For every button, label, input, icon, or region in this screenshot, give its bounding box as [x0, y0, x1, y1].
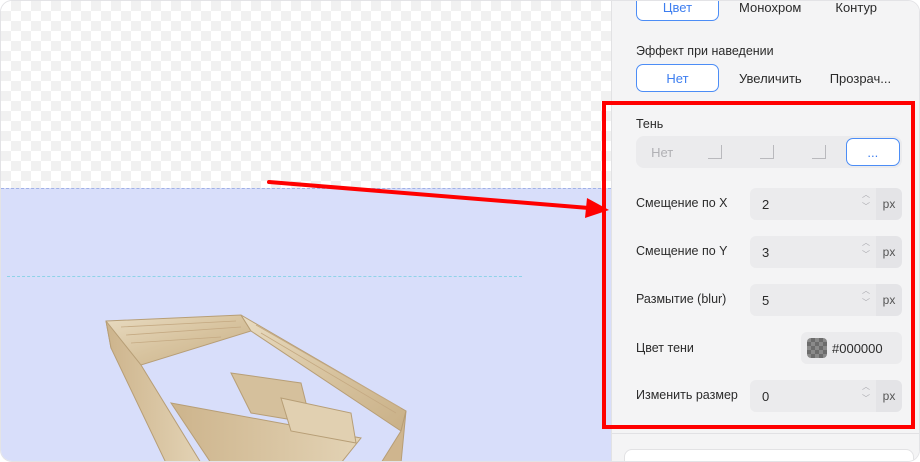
annotation-arrow — [267, 180, 609, 218]
app-window: Цвет Монохром Контур Эффект при наведени… — [0, 0, 920, 462]
